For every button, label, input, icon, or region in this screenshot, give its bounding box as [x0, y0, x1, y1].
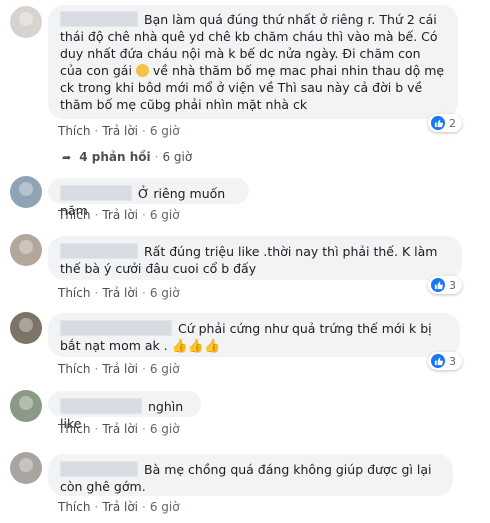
comment-actions: Thích · Trả lời · 6 giờ: [58, 500, 180, 514]
avatar[interactable]: [10, 6, 42, 38]
comment-actions: Thích · Trả lời · 6 giờ: [58, 208, 180, 222]
reaction-count[interactable]: 2: [428, 114, 462, 132]
like-reaction-icon: [431, 116, 445, 130]
timestamp[interactable]: 6 giờ: [150, 124, 180, 138]
author-name-redacted[interactable]: [60, 461, 138, 477]
comment-bubble: Rất đúng triệu like .thời nay thì phải t…: [48, 236, 462, 280]
like-reaction-icon: [431, 278, 445, 292]
comment-bubble: Bạn làm quá đúng thứ nhất ở riêng r. Thứ…: [48, 5, 458, 119]
comment-bubble: nghìn like: [48, 391, 201, 431]
reply-link[interactable]: Trả lời: [102, 362, 138, 376]
like-link[interactable]: Thích: [58, 422, 90, 436]
like-link[interactable]: Thích: [58, 362, 90, 376]
smirk-emoji-icon: [135, 64, 149, 77]
comment-actions: Thích · Trả lời · 6 giờ: [58, 286, 180, 300]
author-name-redacted[interactable]: [60, 320, 172, 336]
avatar[interactable]: [10, 312, 42, 344]
comment-bubble: Ở riêng muốn năm: [48, 178, 249, 218]
reaction-count[interactable]: 3: [428, 276, 462, 294]
like-link[interactable]: Thích: [58, 208, 90, 222]
author-name-redacted[interactable]: [60, 398, 142, 414]
thumbs-up-emoji-icon: 👍👍👍: [171, 339, 221, 354]
view-replies-link[interactable]: ➦ 4 phản hồi · 6 giờ: [62, 150, 192, 164]
reply-link[interactable]: Trả lời: [102, 208, 138, 222]
comment-actions: Thích · Trả lời · 6 giờ: [58, 422, 180, 436]
like-link[interactable]: Thích: [58, 286, 90, 300]
author-name-redacted[interactable]: [60, 11, 138, 27]
like-reaction-icon: [431, 354, 445, 368]
reply-link[interactable]: Trả lời: [102, 286, 138, 300]
timestamp[interactable]: 6 giờ: [150, 422, 180, 436]
comment-actions: Thích · Trả lời · 6 giờ: [58, 124, 180, 138]
comment-bubble: Cứ phải cứng như quả trứng thế mới k bị …: [48, 313, 460, 357]
comment-bubble: Bà mẹ chồng quá đáng không giúp được gì …: [48, 454, 453, 496]
avatar[interactable]: [10, 176, 42, 208]
reply-arrow-icon: ➦: [62, 151, 72, 164]
timestamp[interactable]: 6 giờ: [150, 208, 180, 222]
reply-link[interactable]: Trả lời: [102, 500, 138, 514]
reply-link[interactable]: Trả lời: [102, 422, 138, 436]
timestamp[interactable]: 6 giờ: [150, 286, 180, 300]
like-link[interactable]: Thích: [58, 124, 90, 138]
avatar[interactable]: [10, 234, 42, 266]
author-name-redacted[interactable]: [60, 185, 132, 201]
author-name-redacted[interactable]: [60, 243, 138, 259]
avatar[interactable]: [10, 390, 42, 422]
timestamp[interactable]: 6 giờ: [150, 362, 180, 376]
comment-actions: Thích · Trả lời · 6 giờ: [58, 362, 180, 376]
reply-link[interactable]: Trả lời: [102, 124, 138, 138]
reaction-count[interactable]: 3: [428, 352, 462, 370]
like-link[interactable]: Thích: [58, 500, 90, 514]
avatar[interactable]: [10, 452, 42, 484]
timestamp[interactable]: 6 giờ: [150, 500, 180, 514]
